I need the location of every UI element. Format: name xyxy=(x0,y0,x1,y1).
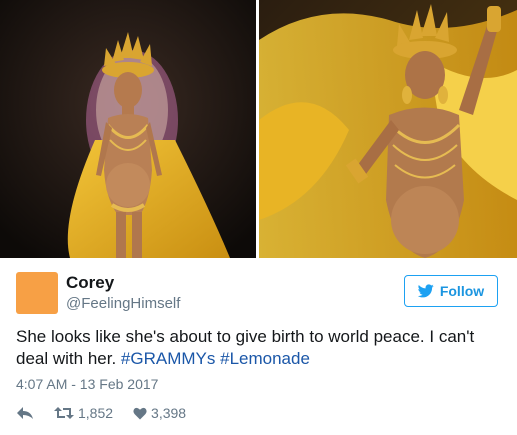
like-button[interactable]: 3,398 xyxy=(133,405,186,421)
hashtag-lemonade[interactable]: #Lemonade xyxy=(220,349,310,368)
tweet-actions: 1,852 3,398 xyxy=(16,405,206,421)
retweet-button[interactable]: 1,852 xyxy=(54,405,113,421)
retweet-count: 1,852 xyxy=(78,405,114,421)
avatar[interactable] xyxy=(16,272,58,314)
tweet-card: Corey @FeelingHimself Follow She looks l… xyxy=(0,262,517,435)
photo-right[interactable] xyxy=(259,0,517,258)
retweet-icon xyxy=(54,407,74,419)
author-name[interactable]: Corey xyxy=(66,273,114,293)
follow-button[interactable]: Follow xyxy=(404,275,498,307)
like-count: 3,398 xyxy=(151,405,187,421)
reply-icon xyxy=(17,407,33,419)
twitter-bird-icon xyxy=(417,284,434,298)
hashtag-grammys[interactable]: #GRAMMYs xyxy=(121,349,215,368)
performer-photo-right xyxy=(259,0,517,258)
photo-left[interactable] xyxy=(0,0,256,258)
tweet-timestamp[interactable]: 4:07 AM - 13 Feb 2017 xyxy=(16,376,158,392)
performer-photo-left xyxy=(0,0,256,258)
heart-icon xyxy=(133,407,147,419)
author-handle[interactable]: @FeelingHimself xyxy=(66,295,180,312)
photo-grid xyxy=(0,0,517,258)
follow-label: Follow xyxy=(439,283,485,299)
reply-button[interactable] xyxy=(16,406,34,420)
tweet-text: She looks like she's about to give birth… xyxy=(16,326,506,370)
